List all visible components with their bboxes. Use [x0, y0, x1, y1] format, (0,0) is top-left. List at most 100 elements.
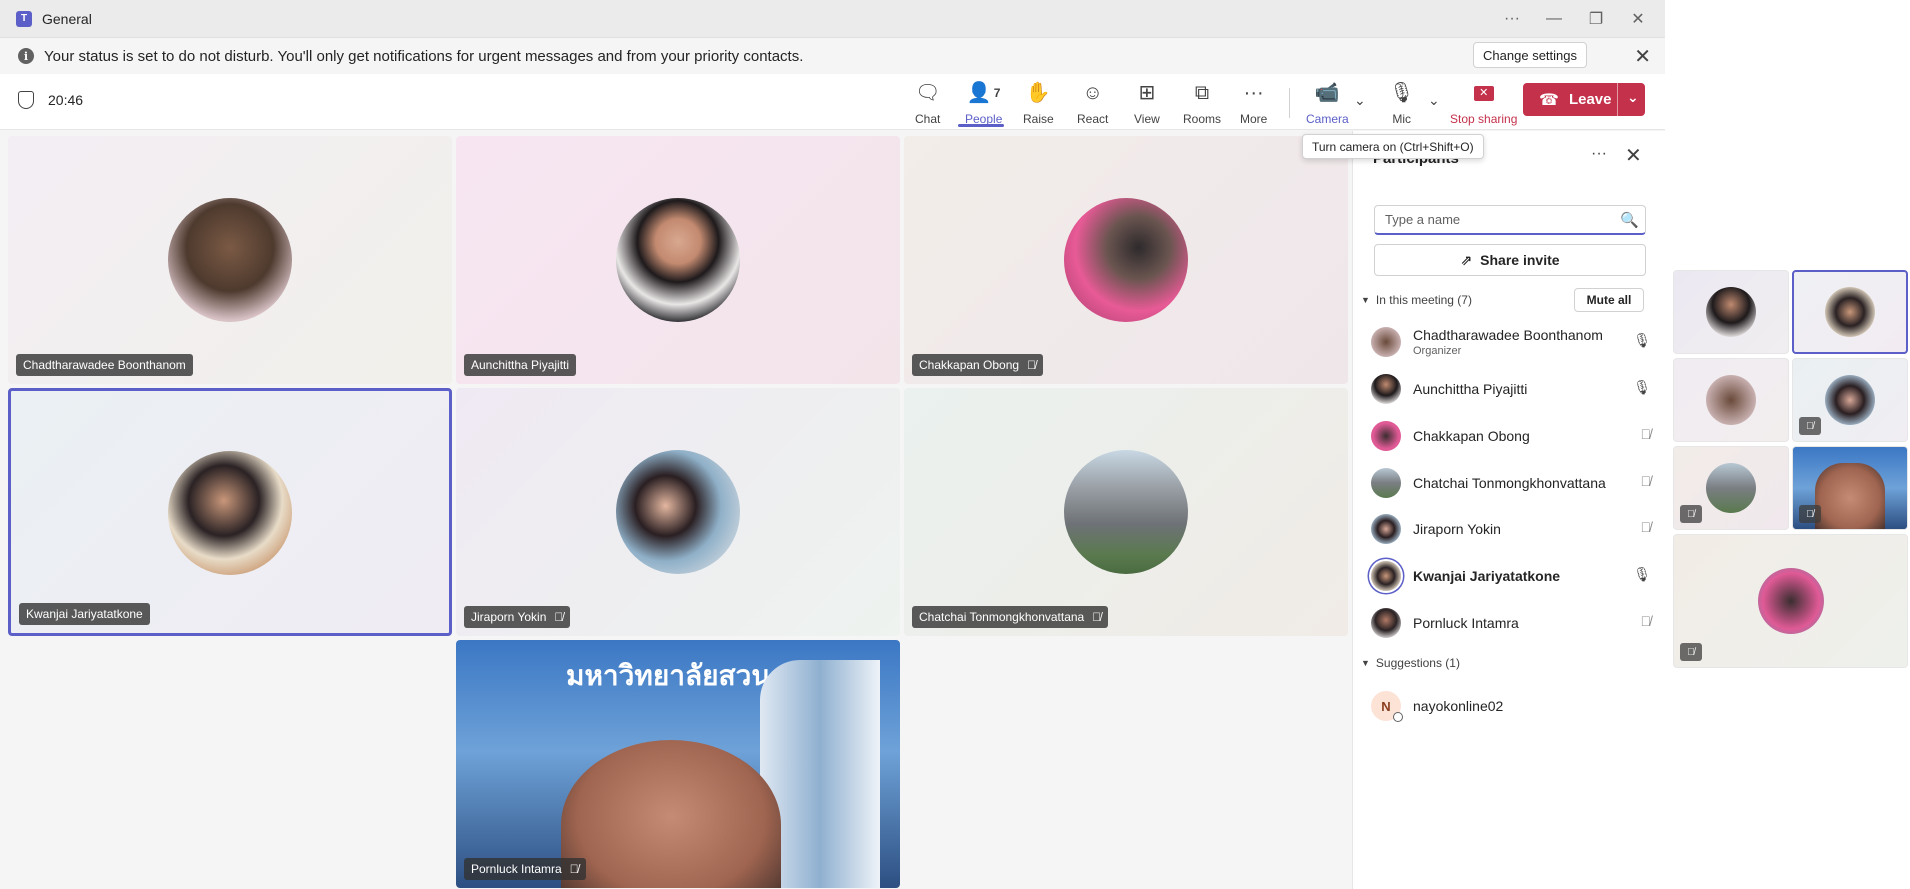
more-dots-icon: ···	[1243, 82, 1264, 104]
leave-options-caret-icon[interactable]: ⌄	[1627, 89, 1639, 106]
close-panel-icon[interactable]: ✕	[1625, 143, 1642, 168]
avatar: N	[1371, 691, 1403, 722]
mic-off-icon: 🎙̸	[1027, 358, 1037, 372]
minimize-button[interactable]: —	[1533, 0, 1575, 38]
in-meeting-header[interactable]: ▼ In this meeting (7)	[1361, 293, 1472, 307]
people-icon: 👤 7	[966, 82, 1001, 104]
participant-tile[interactable]: Chatchai Tonmongkhonvattana 🎙̸	[904, 388, 1348, 636]
gallery-tile[interactable]: 🎙̸	[1792, 358, 1908, 442]
participant-row[interactable]: Chatchai Tonmongkhonvattana 🎙̸	[1371, 463, 1651, 503]
participant-row[interactable]: Pornluck Intamra 🎙̸	[1371, 603, 1651, 643]
title-bar: T General ··· — ❐ ✕	[0, 0, 1665, 38]
close-window-button[interactable]: ✕	[1617, 0, 1659, 38]
leave-button[interactable]: ☎ Leave ⌄	[1523, 83, 1645, 116]
avatar	[1064, 198, 1188, 322]
mic-off-icon: 🎙̸	[569, 862, 579, 876]
avatar	[1371, 514, 1401, 544]
mic-off-icon: 🎙̸	[1799, 505, 1821, 523]
camera-button[interactable]: 📹 Camera	[1306, 80, 1349, 126]
window-title: General	[42, 10, 92, 27]
share-invite-button[interactable]: ⇗ Share invite	[1374, 244, 1646, 276]
close-banner-icon[interactable]: ✕	[1634, 44, 1651, 69]
mic-off-icon: 🎙̸	[1640, 426, 1652, 442]
suggestion-row[interactable]: N nayokonline02	[1371, 686, 1651, 726]
avatar	[1706, 463, 1756, 513]
mute-all-button[interactable]: Mute all	[1574, 288, 1644, 312]
suggestions-header[interactable]: ▼ Suggestions (1)	[1361, 656, 1460, 670]
avatar	[1371, 561, 1401, 591]
toolbar-divider	[1289, 88, 1290, 118]
presenter-video	[1815, 463, 1885, 529]
react-button[interactable]: ☺ React	[1077, 80, 1108, 126]
meeting-toolbar: 20:46 🗨 Chat 👤 7 People ✋ Raise ☺ React ⊞…	[0, 74, 1665, 130]
camera-options-caret-icon[interactable]: ⌄	[1354, 92, 1366, 109]
avatar	[1825, 287, 1875, 337]
avatar	[1706, 287, 1756, 337]
more-options-icon[interactable]: ···	[1491, 0, 1533, 38]
chat-button[interactable]: 🗨 Chat	[915, 80, 940, 126]
gallery-tile[interactable]: 🎙̸	[1792, 446, 1908, 530]
participant-tile[interactable]: Jiraporn Yokin 🎙̸	[456, 388, 900, 636]
status-banner: i Your status is set to do not disturb. …	[0, 38, 1665, 74]
restore-button[interactable]: ❐	[1575, 0, 1617, 38]
gallery-tile[interactable]: 🎙̸	[1673, 534, 1908, 668]
participants-panel: Participants ··· ✕ 🔍 ⇗ Share invite ▼ In…	[1352, 131, 1665, 889]
gallery-tile[interactable]: 🎙̸	[1673, 446, 1789, 530]
people-button[interactable]: 👤 7 People	[965, 80, 1002, 126]
timer-text: 20:46	[48, 92, 84, 108]
mic-button[interactable]: 🎙 Mic	[1389, 80, 1414, 126]
share-icon: ⇗	[1460, 251, 1473, 268]
camera-tooltip: Turn camera on (Ctrl+Shift+O)	[1302, 134, 1484, 159]
mic-off-icon: 🎙̸	[1680, 505, 1702, 523]
avatar	[1064, 450, 1188, 574]
rooms-button[interactable]: ⧉ Rooms	[1183, 80, 1221, 126]
phone-hangup-icon: ☎	[1539, 91, 1559, 109]
avatar	[168, 198, 292, 322]
chat-icon: 🗨	[915, 82, 941, 104]
avatar	[1371, 327, 1401, 357]
participant-row[interactable]: Chadtharawadee Boonthanom Organizer 🎙	[1371, 322, 1651, 362]
active-tab-indicator	[958, 124, 1004, 127]
avatar	[1371, 374, 1401, 404]
participant-tile[interactable]: Chadtharawadee Boonthanom	[8, 136, 452, 384]
raise-hand-button[interactable]: ✋ Raise	[1023, 80, 1054, 126]
mic-off-icon: 🎙̸	[1640, 613, 1652, 629]
panel-more-icon[interactable]: ···	[1591, 145, 1607, 163]
participant-row[interactable]: Aunchittha Piyajitti 🎙	[1371, 369, 1651, 409]
mic-options-caret-icon[interactable]: ⌄	[1428, 92, 1440, 109]
mic-off-icon: 🎙̸	[1640, 519, 1652, 535]
mic-off-icon: 🎙̸	[554, 610, 564, 624]
name-label: Aunchittha Piyajitti	[464, 354, 577, 376]
search-input[interactable]	[1374, 205, 1646, 235]
participant-row[interactable]: Kwanjai Jariyatatkone 🎙	[1371, 556, 1651, 596]
gallery-tile[interactable]	[1792, 270, 1908, 354]
avatar	[1371, 421, 1401, 451]
shared-video-tile[interactable]: มหาวิทยาลัยสวนดุสิต Pornluck Intamra 🎙̸	[456, 640, 900, 888]
participant-tile[interactable]: Chakkapan Obong 🎙̸	[904, 136, 1348, 384]
name-label: Jiraporn Yokin 🎙̸	[464, 606, 571, 628]
participant-tile[interactable]: Kwanjai Jariyatatkone	[8, 388, 452, 636]
search-icon: 🔍	[1620, 212, 1639, 229]
status-message: Your status is set to do not disturb. Yo…	[44, 47, 804, 65]
view-button[interactable]: ⊞ View	[1134, 80, 1160, 126]
participant-row[interactable]: Jiraporn Yokin 🎙̸	[1371, 509, 1651, 549]
camera-off-icon: 📹	[1314, 82, 1340, 104]
info-icon: i	[18, 48, 34, 64]
gallery-tile[interactable]	[1673, 358, 1789, 442]
participant-tile[interactable]: Aunchittha Piyajitti	[456, 136, 900, 384]
more-button[interactable]: ··· More	[1240, 80, 1267, 126]
avatar	[1825, 375, 1875, 425]
gallery-tile[interactable]	[1673, 270, 1789, 354]
avatar	[1706, 375, 1756, 425]
change-settings-button[interactable]: Change settings	[1473, 42, 1587, 68]
mic-off-icon: 🎙̸	[1092, 610, 1102, 624]
presenter-video	[561, 740, 781, 888]
name-label: Chatchai Tonmongkhonvattana 🎙̸	[912, 606, 1109, 628]
avatar	[1371, 608, 1401, 638]
video-gallery-strip: 🎙̸ 🎙̸ 🎙̸ 🎙̸	[1665, 0, 1910, 889]
stop-sharing-button[interactable]: ✕ Stop sharing	[1450, 80, 1517, 126]
avatar	[1371, 468, 1401, 498]
participant-row[interactable]: Chakkapan Obong 🎙̸	[1371, 416, 1651, 456]
video-stage: Chadtharawadee Boonthanom Aunchittha Piy…	[0, 131, 1352, 889]
mic-off-icon: 🎙̸	[1799, 417, 1821, 435]
